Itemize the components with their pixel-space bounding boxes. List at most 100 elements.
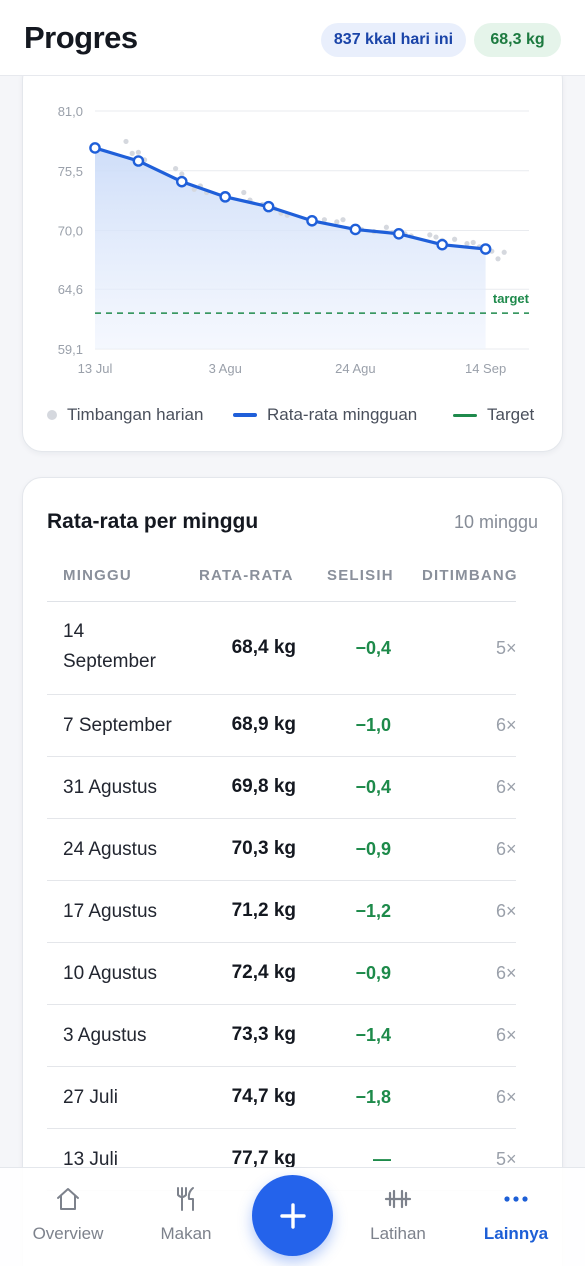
- week-count: 10 minggu: [453, 512, 538, 532]
- table-row[interactable]: 3 Agustus 73,3 kg −1,4 6×: [47, 1005, 516, 1067]
- x-tick-label: 24 Agu: [335, 361, 376, 376]
- table-row[interactable]: 7 September 68,9 kg −1,0 6×: [47, 695, 516, 757]
- kcal-today-badge[interactable]: 837 kkal hari ini: [321, 23, 466, 57]
- row-average: 72,4 kg: [231, 962, 296, 983]
- row-weighed-count: 6×: [496, 1087, 516, 1107]
- x-tick-label: 13 Jul: [78, 361, 113, 376]
- daily-weight-point: [452, 236, 458, 242]
- table-body: 14 September 68,4 kg −0,4 5× 7 September 68,9…: [47, 603, 516, 1191]
- row-week: 14 September: [63, 621, 156, 672]
- add-entry-button[interactable]: [252, 1175, 333, 1256]
- legend-weekly[interactable]: Rata-rata mingguan: [233, 404, 417, 426]
- daily-weight-point: [334, 219, 340, 225]
- row-difference: −0,9: [355, 839, 391, 859]
- row-average: 68,4 kg: [231, 637, 296, 658]
- row-weighed-count: 6×: [496, 777, 516, 797]
- legend-daily-label: Timbangan harian: [67, 405, 204, 424]
- nav-lainnya[interactable]: Lainnya: [466, 1186, 566, 1244]
- weekly-average-point: [89, 142, 101, 154]
- table-row[interactable]: 31 Agustus 69,8 kg −0,4 6×: [47, 757, 516, 819]
- nav-makan-label: Makan: [160, 1224, 212, 1243]
- legend-weekly-label: Rata-rata mingguan: [267, 405, 418, 424]
- header-weighed[interactable]: DITIMBANG: [422, 567, 516, 584]
- legend-target[interactable]: Target: [453, 404, 534, 426]
- weekly-average-point: [262, 200, 275, 213]
- weight-chart[interactable]: 81,0 75,5 70,0 64,6 59,1 13 Jul 3 Agu 24 Agu 14 …: [23, 61, 564, 391]
- row-week: 31 Agustus: [63, 777, 158, 798]
- daily-weight-point: [241, 189, 247, 196]
- weekly-average-point: [219, 191, 231, 203]
- daily-weight-point: [470, 239, 476, 246]
- row-difference: −1,0: [355, 715, 391, 735]
- target-label: target: [493, 291, 530, 306]
- weekly-table[interactable]: MINGGU RATA-RATA SELISIH DITIMBANG 14 Se…: [47, 556, 516, 1266]
- row-week: 27 Juli: [63, 1087, 118, 1108]
- weekly-average-point: [436, 238, 449, 251]
- y-tick-label: 64,6: [58, 282, 83, 297]
- row-difference: −0,9: [355, 963, 391, 983]
- y-tick-label: 59,1: [58, 342, 83, 357]
- weekly-average-card: Rata-rata per minggu 10 minggu MINGGU RA…: [22, 477, 563, 1266]
- app-header: Progres 837 kkal hari ini 68,3 kg: [0, 0, 585, 76]
- row-weighed-count: 6×: [496, 715, 516, 735]
- legend-daily[interactable]: Timbangan harian: [47, 404, 203, 426]
- row-weighed-count: 6×: [496, 839, 516, 859]
- legend-target-line-icon: [453, 413, 477, 417]
- row-difference: −1,8: [355, 1087, 391, 1107]
- row-difference: −1,2: [355, 901, 391, 921]
- legend-line-icon: [233, 413, 257, 417]
- weekly-average-point: [132, 155, 145, 167]
- x-tick-label: 3 Agu: [209, 361, 242, 376]
- row-weighed-count: 6×: [496, 1025, 516, 1045]
- table-row[interactable]: 17 Agustus 71,2 kg −1,2 6×: [47, 881, 516, 943]
- nav-lainnya-label: Lainnya: [483, 1224, 549, 1243]
- row-average: 68,9 kg: [231, 714, 296, 735]
- header-week[interactable]: MINGGU: [63, 567, 132, 584]
- header-difference[interactable]: SELISIH: [327, 567, 394, 584]
- row-average: 73,3 kg: [231, 1024, 296, 1045]
- nav-latihan[interactable]: Latihan: [348, 1186, 448, 1244]
- daily-weight-point: [123, 138, 129, 145]
- daily-weight-point: [173, 165, 179, 172]
- y-tick-label: 81,0: [58, 104, 83, 119]
- nav-overview[interactable]: Overview: [18, 1186, 118, 1244]
- legend-dot-icon: [47, 410, 57, 420]
- x-tick-label: 14 Sep: [465, 361, 506, 376]
- row-average: 70,3 kg: [231, 838, 296, 859]
- table-header: MINGGU RATA-RATA SELISIH DITIMBANG: [47, 556, 516, 602]
- page-title: Progres: [24, 20, 138, 55]
- more-dots-icon: [504, 1196, 528, 1202]
- legend-target-label: Target: [487, 405, 535, 424]
- table-row[interactable]: 14 September 68,4 kg −0,4 5×: [47, 603, 516, 695]
- weekly-average-point: [392, 228, 405, 240]
- table-row[interactable]: 27 Juli 74,7 kg −1,8 6×: [47, 1067, 516, 1129]
- nav-makan[interactable]: Makan: [136, 1186, 236, 1244]
- weight-chart-card: 81,0 75,5 70,0 64,6 59,1 13 Jul 3 Agu 24 Agu 14 …: [22, 60, 563, 452]
- daily-weight-point: [495, 256, 501, 262]
- y-tick-label: 70,0: [58, 224, 83, 239]
- fork-knife-icon: [177, 1187, 194, 1211]
- chart-legend: Timbangan harian Rata-rata mingguan Targ…: [47, 404, 557, 426]
- weekly-average-point: [175, 175, 188, 188]
- table-row[interactable]: 24 Agustus 70,3 kg −0,9 6×: [47, 819, 516, 881]
- nav-overview-label: Overview: [32, 1224, 104, 1243]
- dumbbell-icon: [384, 1189, 412, 1209]
- row-difference: −0,4: [355, 638, 391, 658]
- daily-weight-point: [501, 249, 507, 255]
- row-week: 7 September: [63, 715, 172, 736]
- table-title: Rata-rata per minggu: [47, 510, 259, 533]
- row-weighed-count: 5×: [496, 638, 516, 658]
- row-weighed-count: 6×: [496, 963, 516, 983]
- weekly-average-point: [479, 243, 492, 255]
- row-weighed-count: 6×: [496, 901, 516, 921]
- daily-weight-point: [135, 149, 141, 155]
- weekly-average-point: [306, 214, 318, 227]
- row-average: 74,7 kg: [231, 1086, 296, 1107]
- daily-weight-point: [433, 234, 439, 240]
- header-average[interactable]: RATA-RATA: [199, 567, 294, 584]
- daily-weight-point: [383, 224, 389, 230]
- row-week: 24 Agustus: [63, 839, 158, 860]
- table-row[interactable]: 10 Agustus 72,4 kg −0,9 6×: [47, 943, 516, 1005]
- row-week: 10 Agustus: [63, 963, 158, 984]
- current-weight-badge[interactable]: 68,3 kg: [474, 23, 561, 57]
